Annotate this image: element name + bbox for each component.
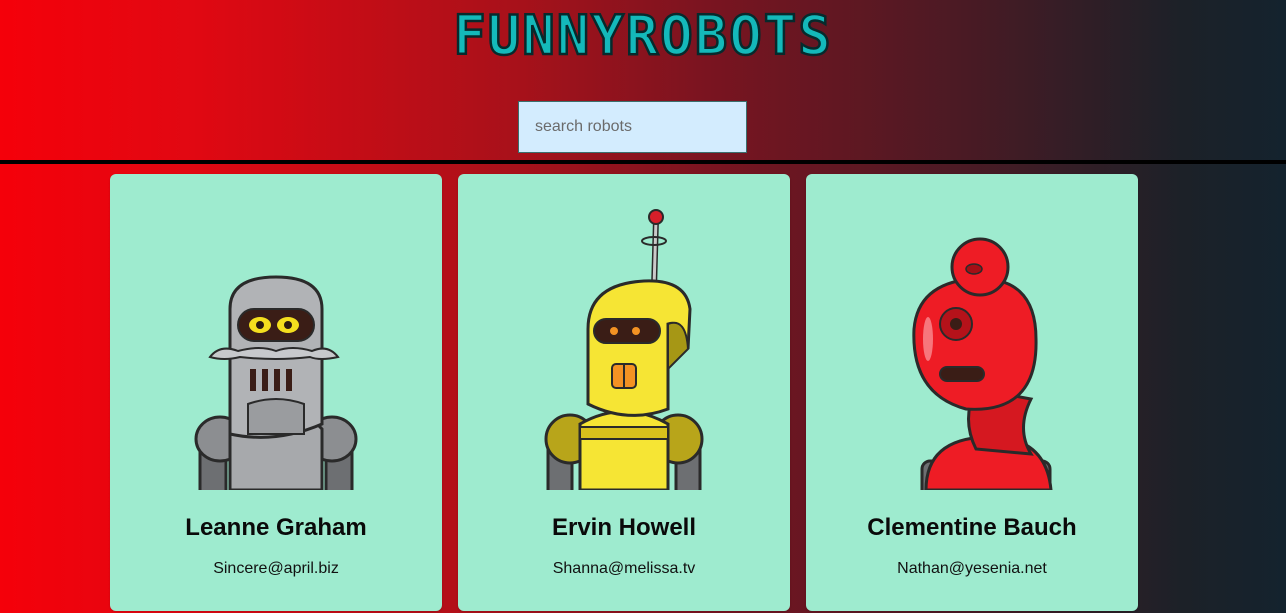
robot-name: Leanne Graham — [185, 514, 367, 541]
robot-card[interactable]: Leanne Graham Sincere@april.biz — [110, 174, 442, 611]
robot-avatar-gray-icon — [160, 199, 392, 490]
search-input[interactable] — [518, 101, 747, 153]
robot-email: Nathan@yesenia.net — [897, 560, 1047, 577]
app-logo: FUNNYROBOTS — [0, 4, 1286, 64]
header-divider — [0, 160, 1286, 164]
robot-name: Clementine Bauch — [867, 514, 1077, 541]
robot-card[interactable]: Clementine Bauch Nathan@yesenia.net — [806, 174, 1138, 611]
app-title: FUNNYROBOTS — [453, 4, 833, 62]
robot-email: Sincere@april.biz — [213, 560, 339, 577]
robot-email: Shanna@melissa.tv — [552, 560, 696, 577]
robot-avatar-red-icon — [856, 199, 1088, 490]
robot-name: Ervin Howell — [551, 514, 697, 541]
robot-card[interactable]: Ervin Howell Shanna@melissa.tv — [458, 174, 790, 611]
header: FUNNYROBOTS — [0, 0, 1286, 160]
robot-avatar-yellow-icon — [508, 199, 740, 490]
